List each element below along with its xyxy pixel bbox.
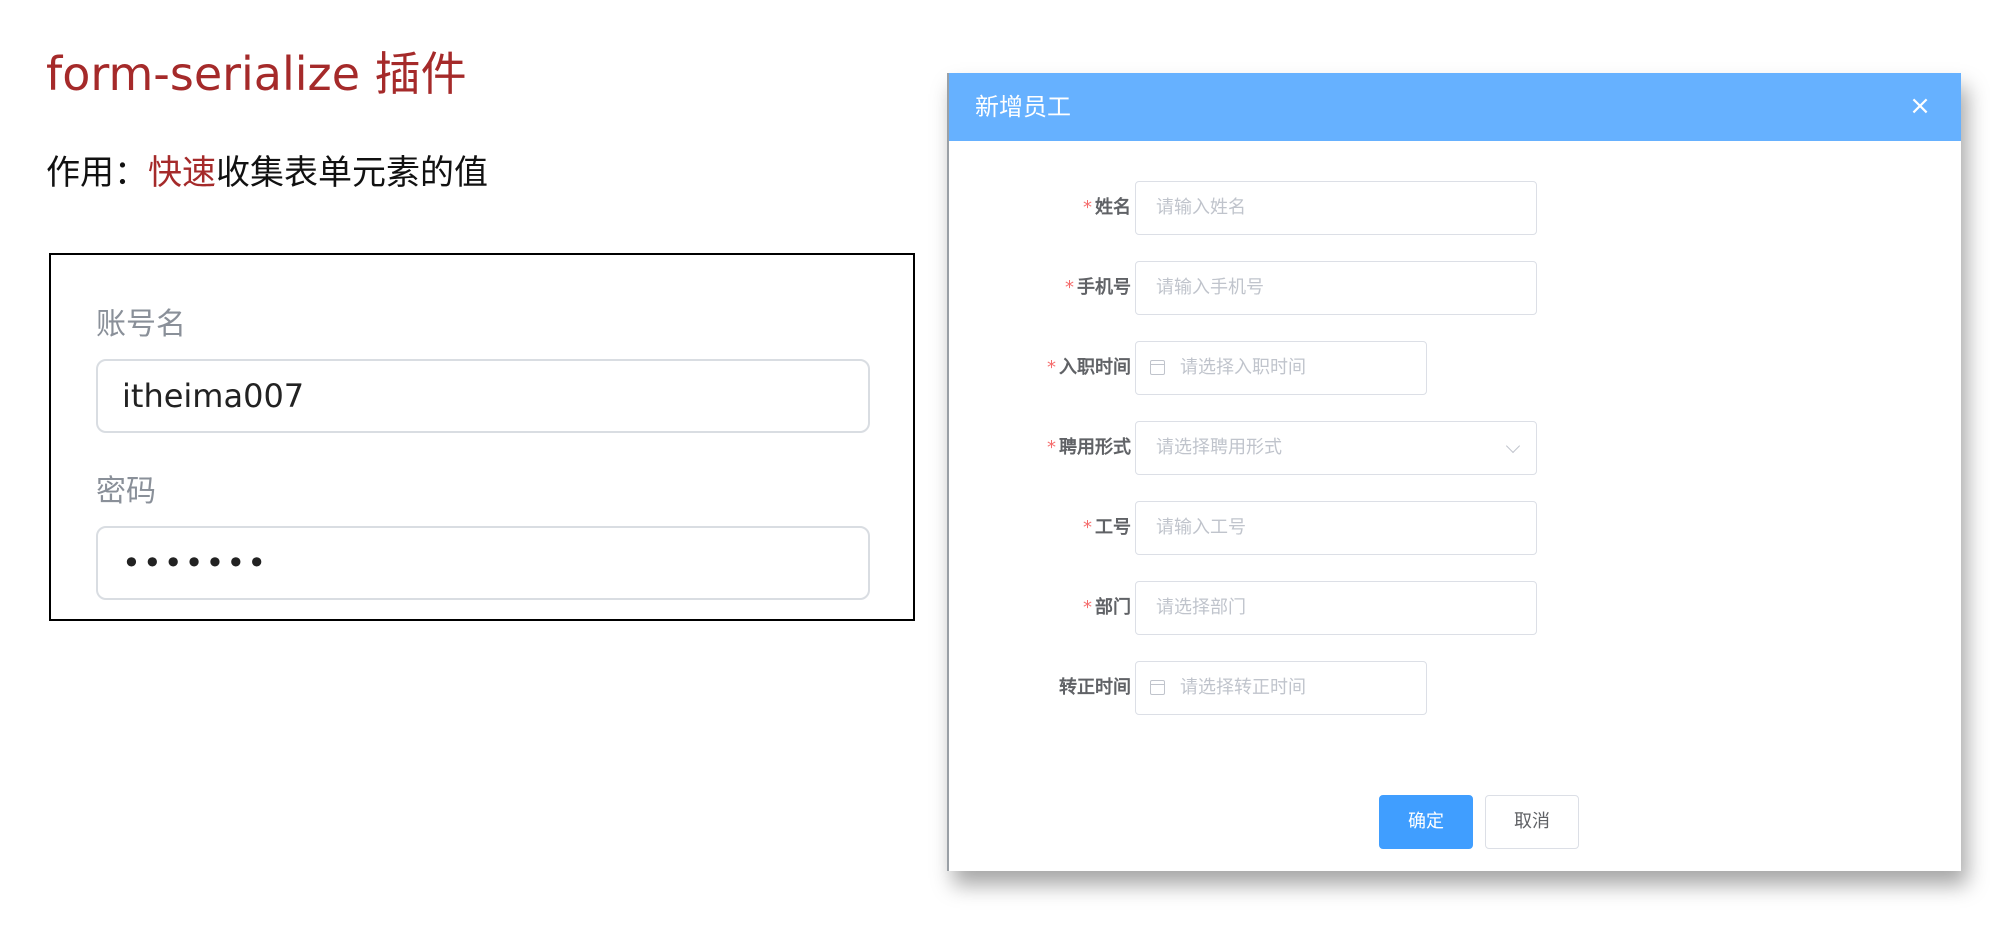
page: form-serialize 插件 作用：快速收集表单元素的值 账号名 ithe… bbox=[0, 0, 1990, 944]
field-label-text: 工号 bbox=[1095, 517, 1131, 538]
form-row-work-number: * 工号 请输入工号 bbox=[949, 501, 1961, 555]
add-employee-dialog: 新增员工 × * 姓名 请输入姓名 * 手机号 请输入手机号 * 入职时间 请选择入职… bbox=[947, 73, 1961, 871]
form-row-phone: * 手机号 请输入手机号 bbox=[949, 261, 1961, 315]
required-star: * bbox=[1047, 437, 1056, 458]
field-label: * 姓名 bbox=[1083, 181, 1131, 235]
demo-login-form: 账号名 itheima007 密码 ••••••• bbox=[49, 253, 915, 621]
form-row-employment-type: * 聘用形式 请选择聘用形式 bbox=[949, 421, 1961, 475]
slide-description: 作用：快速收集表单元素的值 bbox=[46, 150, 488, 196]
required-star: * bbox=[1047, 357, 1056, 378]
calendar-icon bbox=[1150, 680, 1165, 695]
field-label: * 手机号 bbox=[1065, 261, 1131, 315]
name-input[interactable]: 请输入姓名 bbox=[1135, 181, 1537, 235]
field-label-text: 聘用形式 bbox=[1059, 437, 1131, 458]
form-row-entry-time: * 入职时间 请选择入职时间 bbox=[949, 341, 1961, 395]
field-label-text: 入职时间 bbox=[1059, 357, 1131, 378]
form-row-department: * 部门 请选择部门 bbox=[949, 581, 1961, 635]
close-icon[interactable]: × bbox=[1905, 91, 1935, 121]
account-label: 账号名 bbox=[96, 307, 186, 342]
cancel-button[interactable]: 取消 bbox=[1485, 795, 1579, 849]
desc-highlight: 快速 bbox=[148, 153, 216, 193]
department-input[interactable]: 请选择部门 bbox=[1135, 581, 1537, 635]
dialog-title: 新增员工 bbox=[975, 93, 1071, 121]
field-label-text: 转正时间 bbox=[1059, 677, 1131, 698]
employment-type-placeholder: 请选择聘用形式 bbox=[1156, 437, 1282, 458]
entry-date-placeholder: 请选择入职时间 bbox=[1180, 357, 1306, 378]
field-label: * 聘用形式 bbox=[1047, 421, 1131, 475]
work-number-input[interactable]: 请输入工号 bbox=[1135, 501, 1537, 555]
employment-type-select[interactable]: 请选择聘用形式 bbox=[1135, 421, 1537, 475]
field-label: * 入职时间 bbox=[1047, 341, 1131, 395]
password-input[interactable]: ••••••• bbox=[96, 526, 870, 600]
field-label: * 部门 bbox=[1083, 581, 1131, 635]
form-row-name: * 姓名 请输入姓名 bbox=[949, 181, 1961, 235]
form-row-regular-time: 转正时间 请选择转正时间 bbox=[949, 661, 1961, 715]
regular-date-picker[interactable]: 请选择转正时间 bbox=[1135, 661, 1427, 715]
field-label-text: 姓名 bbox=[1095, 197, 1131, 218]
required-star: * bbox=[1083, 197, 1092, 218]
required-star: * bbox=[1083, 597, 1092, 618]
slide-title: form-serialize 插件 bbox=[46, 47, 467, 101]
dialog-header: 新增员工 × bbox=[949, 73, 1961, 141]
confirm-button[interactable]: 确定 bbox=[1379, 795, 1473, 849]
regular-date-placeholder: 请选择转正时间 bbox=[1180, 677, 1306, 698]
field-label: 转正时间 bbox=[1056, 661, 1131, 715]
entry-date-picker[interactable]: 请选择入职时间 bbox=[1135, 341, 1427, 395]
desc-prefix: 作用： bbox=[46, 153, 148, 193]
account-input[interactable]: itheima007 bbox=[96, 359, 870, 433]
desc-suffix: 收集表单元素的值 bbox=[216, 153, 488, 193]
chevron-down-icon bbox=[1505, 438, 1521, 454]
password-label: 密码 bbox=[96, 474, 156, 509]
phone-input[interactable]: 请输入手机号 bbox=[1135, 261, 1537, 315]
required-star: * bbox=[1065, 277, 1074, 298]
field-label-text: 部门 bbox=[1095, 597, 1131, 618]
required-star: * bbox=[1083, 517, 1092, 538]
calendar-icon bbox=[1150, 360, 1165, 375]
field-label: * 工号 bbox=[1083, 501, 1131, 555]
field-label-text: 手机号 bbox=[1077, 277, 1131, 298]
